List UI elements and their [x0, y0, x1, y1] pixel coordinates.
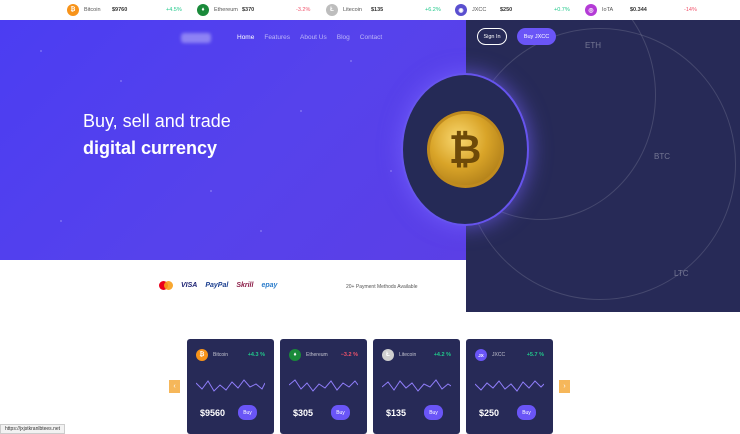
ticker-change: +6.2%: [425, 7, 441, 13]
page: ₿ Bitcoin $9760 +4.5% ♦ Ethereum $370 -3…: [0, 0, 740, 434]
litecoin-icon: Ł: [326, 4, 338, 16]
ticker-item-iota[interactable]: ◎ IoTA $0.344 -14%: [585, 3, 697, 17]
epay-logo: epay: [261, 282, 278, 289]
mastercard-icon: [159, 281, 173, 290]
nav-home[interactable]: Home: [237, 34, 254, 41]
ticker-price: $135: [371, 7, 384, 13]
ticker-change: -3.2%: [296, 7, 311, 13]
bitcoin-icon: ₿: [67, 4, 79, 16]
coin-card-litecoin: Ł Litecoin +4.2 % $135 Buy: [373, 339, 460, 434]
ticker-item-jxcc[interactable]: ◉ JXCC $250 +0.7%: [455, 3, 570, 17]
card-change: +4.3 %: [247, 352, 265, 358]
card-change: +5.7 %: [526, 352, 544, 358]
hero-section: Home Features About Us Blog Contact Buy,…: [0, 20, 466, 260]
ring-label-btc: BTC: [654, 152, 670, 161]
carousel-next-button[interactable]: ›: [559, 380, 570, 393]
ticker-item-ethereum[interactable]: ♦ Ethereum $370 -3.2%: [197, 3, 310, 17]
card-coin-name: JXCC: [492, 352, 506, 358]
buy-button[interactable]: Buy: [424, 405, 443, 420]
card-change: +4.2 %: [433, 352, 451, 358]
card-price: $305: [293, 408, 314, 418]
bitcoin-coin-icon: ₿: [426, 111, 504, 188]
status-bar-url: https://jxjstkranlbtees.net: [0, 424, 66, 434]
iota-icon: ◎: [585, 4, 597, 16]
card-change: −3.2 %: [340, 352, 358, 358]
ethereum-icon: ♦: [289, 349, 301, 361]
ethereum-icon: ♦: [197, 4, 209, 16]
nav-contact[interactable]: Contact: [360, 34, 382, 41]
sparkline-chart: [196, 379, 265, 392]
sparkline-chart: [382, 379, 451, 392]
buy-button[interactable]: Buy: [517, 405, 536, 420]
card-price: $9560: [200, 408, 226, 418]
ticker-change: +0.7%: [554, 7, 570, 13]
coin-card-bitcoin: ₿ Bitcoin +4.3 % $9560 Buy: [187, 339, 274, 434]
ticker-name: Litecoin: [343, 7, 362, 13]
jxcc-icon: JX: [475, 349, 487, 361]
buy-button[interactable]: Buy: [238, 405, 257, 420]
visa-logo: VISA: [181, 282, 198, 289]
site-logo[interactable]: [181, 33, 211, 43]
ring-label-eth: ETH: [585, 41, 601, 50]
bitcoin-icon: ₿: [196, 349, 208, 361]
payment-methods-note: 20+ Payment Methods Available: [346, 284, 418, 290]
ticker-name: Ethereum: [214, 7, 238, 13]
card-coin-name: Ethereum: [306, 352, 328, 358]
card-coin-name: Bitcoin: [213, 352, 229, 358]
sparkline-chart: [289, 379, 358, 392]
ticker-price: $0.344: [630, 7, 647, 13]
hero-heading: Buy, sell and trade digital currency: [83, 108, 231, 162]
nav-features[interactable]: Features: [264, 34, 290, 41]
skrill-logo: Skrill: [236, 282, 254, 289]
ticker-name: JXCC: [472, 7, 487, 13]
card-price: $250: [479, 408, 500, 418]
hero-heading-line1: Buy, sell and trade: [83, 111, 231, 131]
ticker-change: -14%: [684, 7, 697, 13]
payment-methods: VISA PayPal Skrill epay: [159, 281, 277, 290]
ticker-name: Bitcoin: [84, 7, 101, 13]
coin-card-ethereum: ♦ Ethereum −3.2 % $305 Buy: [280, 339, 367, 434]
ticker-name: IoTA: [602, 7, 614, 13]
paypal-logo: PayPal: [205, 282, 229, 289]
nav-blog[interactable]: Blog: [337, 34, 350, 41]
jxcc-icon: ◉: [455, 4, 467, 16]
ticker-price: $370: [242, 7, 255, 13]
sparkline-chart: [475, 380, 544, 392]
litecoin-icon: Ł: [382, 349, 394, 361]
card-price: $135: [386, 408, 407, 418]
buy-button[interactable]: Buy: [331, 405, 350, 420]
sign-in-button[interactable]: Sign In: [477, 28, 507, 45]
ticker-price: $250: [500, 7, 513, 13]
nav-about-us[interactable]: About Us: [300, 34, 327, 41]
ticker-item-bitcoin[interactable]: ₿ Bitcoin $9760 +4.5%: [67, 3, 182, 17]
ticker-price: $9760: [112, 7, 128, 13]
coin-card-jxcc: JX JXCC +5.7 % $250 Buy: [466, 339, 553, 434]
main-nav: Home Features About Us Blog Contact: [237, 34, 382, 41]
coin-showcase: ₿: [401, 73, 529, 226]
carousel-prev-button[interactable]: ‹: [169, 380, 180, 393]
hero-heading-line2: digital currency: [83, 138, 218, 158]
ring-label-ltc: LTC: [674, 269, 689, 278]
price-ticker: ₿ Bitcoin $9760 +4.5% ♦ Ethereum $370 -3…: [0, 0, 740, 20]
ticker-item-litecoin[interactable]: Ł Litecoin $135 +6.2%: [326, 3, 441, 17]
buy-jxcc-button[interactable]: Buy JXCC: [517, 28, 556, 45]
card-coin-name: Litecoin: [399, 352, 417, 358]
ticker-change: +4.5%: [166, 7, 182, 13]
